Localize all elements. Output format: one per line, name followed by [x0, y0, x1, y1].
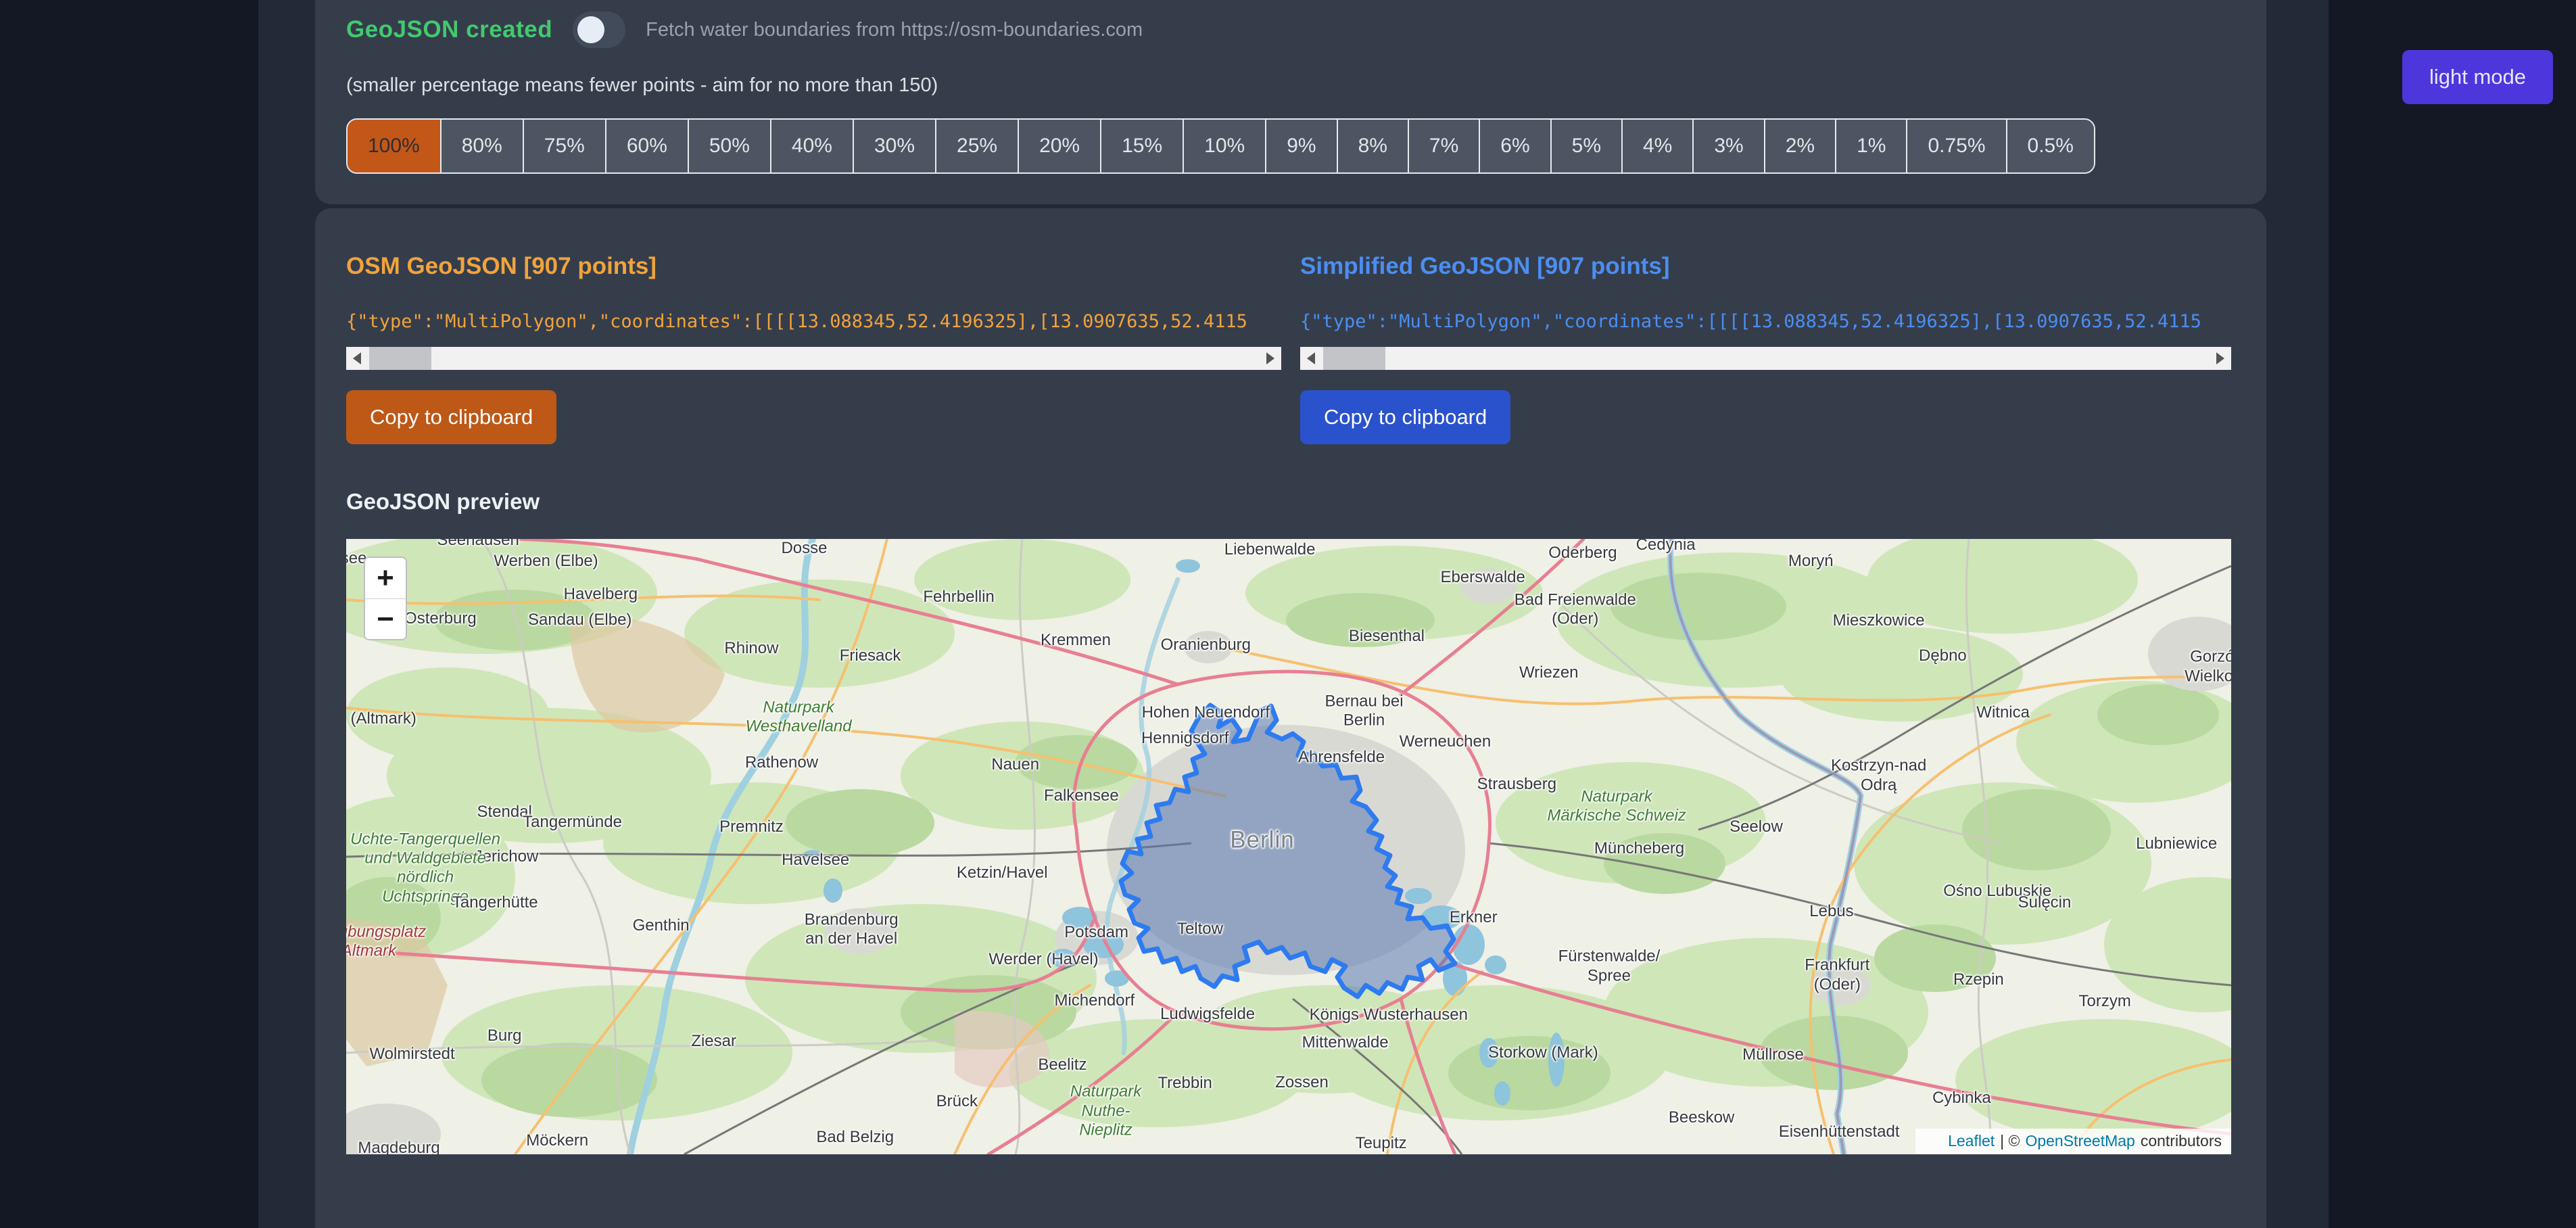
- leaflet-map[interactable]: seeSeehausenWerben (Elbe)DosseHavelbergS…: [346, 539, 2231, 1154]
- scrollbar-right-arrow-icon[interactable]: [2210, 347, 2231, 370]
- map-attribution: Leaflet | © OpenStreetMap contributors: [1915, 1129, 2231, 1154]
- simplify-option-50%[interactable]: 50%: [688, 120, 770, 172]
- osm-geojson-title: OSM GeoJSON [907 points]: [346, 253, 1281, 280]
- leaflet-link[interactable]: Leaflet: [1948, 1132, 1995, 1150]
- attribution-separator: | ©: [2000, 1132, 2020, 1150]
- water-boundaries-toggle[interactable]: [573, 11, 625, 48]
- scrollbar-track[interactable]: [368, 347, 1260, 370]
- simplify-option-15%[interactable]: 15%: [1100, 120, 1183, 172]
- map-tiles-art: [346, 539, 2231, 1154]
- ukraine-flag-icon: [1925, 1135, 1942, 1148]
- simplify-option-1%[interactable]: 1%: [1835, 120, 1906, 172]
- simplify-option-20%[interactable]: 20%: [1018, 120, 1100, 172]
- map-zoom-control: + −: [364, 557, 407, 640]
- simplify-option-75%[interactable]: 75%: [523, 120, 605, 172]
- scrollbar-left-arrow-icon[interactable]: [1300, 347, 1322, 370]
- copy-osm-geojson-button[interactable]: Copy to clipboard: [346, 390, 556, 444]
- openstreetmap-link[interactable]: OpenStreetMap: [2025, 1132, 2134, 1150]
- simplify-option-25%[interactable]: 25%: [935, 120, 1018, 172]
- simplify-option-30%[interactable]: 30%: [853, 120, 935, 172]
- copy-simplified-geojson-button[interactable]: Copy to clipboard: [1300, 390, 1510, 444]
- geojson-preview-title: GeoJSON preview: [346, 489, 2231, 515]
- controls-panel: GeoJSON created Fetch water boundaries f…: [315, 0, 2266, 204]
- simplify-option-40%[interactable]: 40%: [770, 120, 853, 172]
- simplify-option-0.75%[interactable]: 0.75%: [1906, 120, 2005, 172]
- simplify-option-9%[interactable]: 9%: [1265, 120, 1336, 172]
- scrollbar-thumb[interactable]: [369, 347, 431, 370]
- simplify-option-7%[interactable]: 7%: [1408, 120, 1479, 172]
- geojson-panel: OSM GeoJSON [907 points] {"type":"MultiP…: [315, 208, 2266, 1228]
- scrollbar-left-arrow-icon[interactable]: [346, 347, 368, 370]
- zoom-in-button[interactable]: +: [365, 558, 406, 598]
- water-boundaries-label: Fetch water boundaries from https://osm-…: [646, 19, 1143, 41]
- zoom-out-button[interactable]: −: [365, 598, 406, 639]
- simplify-option-0.5%[interactable]: 0.5%: [2006, 120, 2094, 172]
- simplify-option-3%[interactable]: 3%: [1692, 120, 1763, 172]
- osm-geojson-text: {"type":"MultiPolygon","coordinates":[[[…: [346, 311, 1281, 332]
- simplified-geojson-text: {"type":"MultiPolygon","coordinates":[[[…: [1300, 311, 2231, 332]
- simplify-buttons: 100%80%75%60%50%40%30%25%20%15%10%9%8%7%…: [346, 118, 2095, 174]
- simplify-option-80%[interactable]: 80%: [440, 120, 523, 172]
- simplify-option-10%[interactable]: 10%: [1183, 120, 1265, 172]
- simplify-option-5%[interactable]: 5%: [1550, 120, 1621, 172]
- osm-geojson-hscrollbar[interactable]: [346, 347, 1281, 370]
- simplify-hint: (smaller percentage means fewer points -…: [346, 74, 2235, 97]
- scrollbar-thumb[interactable]: [1323, 347, 1385, 370]
- scrollbar-track[interactable]: [1322, 347, 2210, 370]
- attribution-suffix: contributors: [2141, 1132, 2222, 1150]
- simplify-option-6%[interactable]: 6%: [1479, 120, 1550, 172]
- status-text: GeoJSON created: [346, 16, 552, 43]
- simplify-option-4%[interactable]: 4%: [1621, 120, 1692, 172]
- light-mode-button[interactable]: light mode: [2402, 50, 2553, 104]
- simplify-option-60%[interactable]: 60%: [605, 120, 688, 172]
- simplify-option-2%[interactable]: 2%: [1764, 120, 1835, 172]
- toggle-knob: [577, 16, 604, 43]
- scrollbar-right-arrow-icon[interactable]: [1260, 347, 1281, 370]
- simplified-geojson-title: Simplified GeoJSON [907 points]: [1300, 253, 2231, 280]
- simplify-option-8%[interactable]: 8%: [1337, 120, 1408, 172]
- simplified-geojson-hscrollbar[interactable]: [1300, 347, 2231, 370]
- simplify-option-100%[interactable]: 100%: [348, 120, 440, 172]
